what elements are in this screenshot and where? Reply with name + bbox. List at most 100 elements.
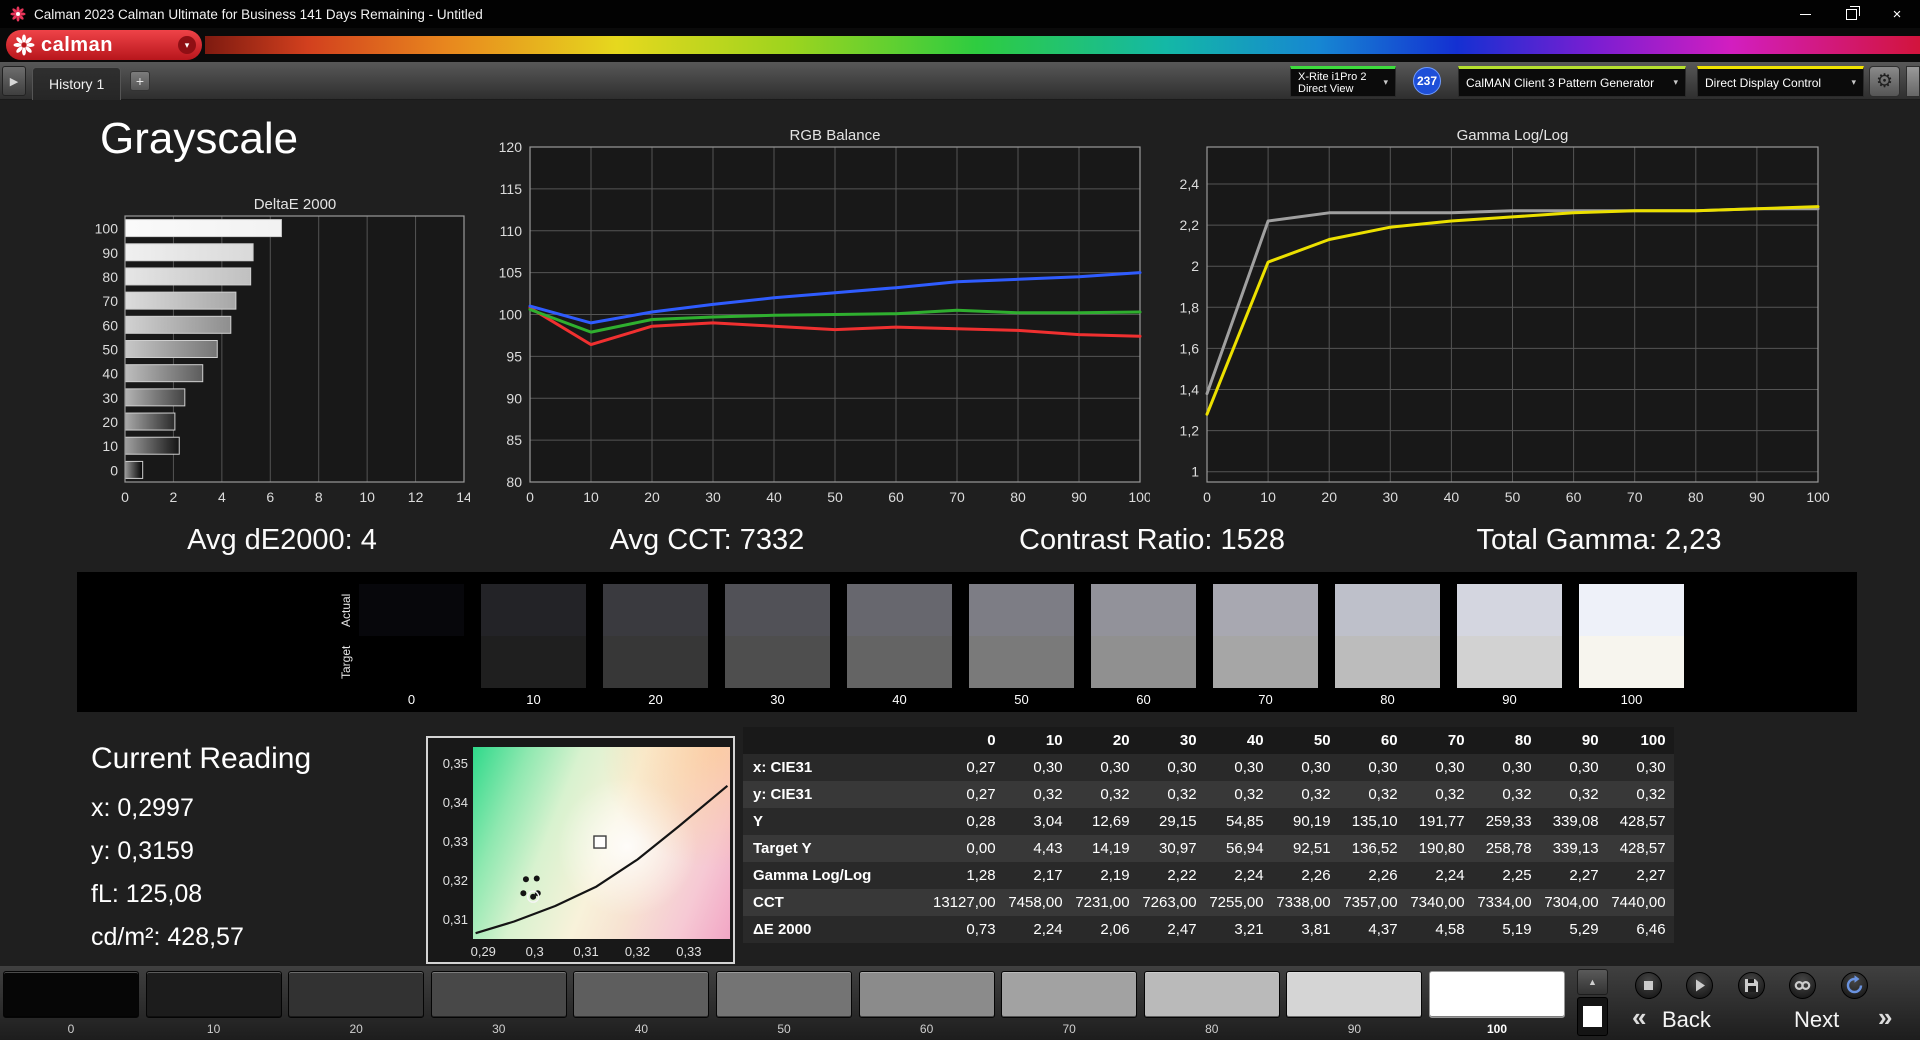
- patch-button[interactable]: [1429, 971, 1565, 1018]
- svg-text:85: 85: [506, 432, 522, 448]
- svg-text:0: 0: [1203, 489, 1211, 505]
- table-cell: 5,29: [1569, 921, 1599, 938]
- swatch-target: [481, 636, 586, 688]
- table-cell: 5,19: [1502, 921, 1532, 938]
- svg-text:95: 95: [506, 348, 522, 364]
- tab-history-1[interactable]: History 1: [32, 67, 122, 100]
- table-cell: 0,32: [1301, 786, 1331, 803]
- patch-label: 50: [777, 1022, 791, 1036]
- swatch-level-label: 90: [1502, 692, 1517, 707]
- table-cell: 0,32: [1234, 786, 1264, 803]
- table-corner: [743, 727, 933, 754]
- table-row: CCT 13127,00 7458,00 7231,00 7263,00 7255,00 7…: [743, 889, 1674, 916]
- cie-y-tick-label: 0,31: [442, 911, 468, 927]
- patch-button[interactable]: [1001, 971, 1138, 1018]
- table-cell: 0,32: [1033, 786, 1063, 803]
- svg-text:60: 60: [1566, 489, 1582, 505]
- play-button[interactable]: [1686, 972, 1713, 999]
- stop-button[interactable]: [1635, 972, 1662, 999]
- patch-button[interactable]: [430, 971, 567, 1018]
- patch-button[interactable]: [1143, 971, 1280, 1018]
- table-cell: 7304,00: [1544, 894, 1599, 911]
- swatch-actual: [847, 584, 952, 636]
- nav-expand-button[interactable]: ▶: [2, 66, 26, 96]
- toolbar-edge-button[interactable]: [1906, 66, 1920, 97]
- settings-gear-button[interactable]: ⚙: [1869, 66, 1900, 97]
- collapse-panel-button[interactable]: ▲: [1577, 969, 1608, 995]
- svg-text:70: 70: [1627, 489, 1643, 505]
- add-tab-button[interactable]: +: [130, 71, 150, 91]
- table-cell: 92,51: [1293, 840, 1331, 857]
- titlebar: Calman 2023 Calman Ultimate for Business…: [0, 0, 1920, 28]
- cie-x-tick-label: 0,3: [525, 944, 544, 959]
- table-cell: 0,32: [1502, 786, 1532, 803]
- cie-diagram: [473, 747, 730, 939]
- refresh-button[interactable]: [1841, 972, 1868, 999]
- table-row: Gamma Log/Log 1,28 2,17 2,19 2,22 2,24 2,26 2,2…: [743, 862, 1674, 889]
- table-cell: 190,80: [1418, 840, 1465, 857]
- table-cell: 0,32: [1167, 786, 1197, 803]
- svg-text:115: 115: [500, 181, 523, 197]
- back-chevrons-icon[interactable]: «: [1632, 1002, 1646, 1033]
- patch-button[interactable]: [858, 971, 995, 1018]
- next-chevrons-icon[interactable]: »: [1878, 1002, 1892, 1033]
- grayscale-swatch: [603, 584, 708, 688]
- svg-text:8: 8: [315, 489, 323, 505]
- patch-label: 100: [1486, 1022, 1508, 1036]
- patch-button[interactable]: [716, 971, 852, 1018]
- next-button[interactable]: Next: [1794, 1007, 1839, 1033]
- swatch-actual: [1091, 584, 1196, 636]
- swatch-target: [1457, 636, 1562, 688]
- patch-button[interactable]: [145, 971, 282, 1018]
- patch-label: 0: [67, 1022, 75, 1036]
- link-button[interactable]: [1789, 972, 1816, 999]
- svg-text:50: 50: [1505, 489, 1521, 505]
- app-icon: [10, 6, 26, 22]
- swatch-actual: [725, 584, 830, 636]
- patch-button[interactable]: [573, 971, 710, 1018]
- svg-text:10: 10: [1260, 489, 1276, 505]
- plus-icon: +: [135, 73, 145, 89]
- table-cell: 2,24: [1234, 867, 1264, 884]
- patch-button[interactable]: [1286, 971, 1423, 1018]
- grayscale-swatch: [725, 584, 830, 688]
- svg-text:1,2: 1,2: [1180, 423, 1200, 439]
- restore-button[interactable]: [1828, 0, 1874, 28]
- display-control-selector[interactable]: Direct Display Control ▾: [1697, 66, 1864, 97]
- svg-text:40: 40: [102, 366, 118, 382]
- cie-x-tick-label: 0,32: [624, 944, 651, 959]
- table-cell: 428,57: [1619, 840, 1666, 857]
- minimize-button[interactable]: [1782, 0, 1828, 28]
- avg-cct-stat: Avg CCT: 7332: [609, 524, 805, 556]
- svg-text:30: 30: [102, 390, 118, 406]
- meter-count-badge[interactable]: 237: [1413, 67, 1441, 95]
- table-cell: 2,06: [1100, 921, 1130, 938]
- back-button[interactable]: Back: [1662, 1007, 1711, 1033]
- current-reading-x: x: 0,2997: [91, 794, 194, 822]
- table-col-header: 20: [1070, 727, 1138, 754]
- row-label: y: CIE31: [753, 786, 813, 803]
- calman-logo-button[interactable]: calman ▾: [6, 30, 202, 60]
- table-cell: 54,85: [1226, 813, 1264, 830]
- table-cell: 0,30: [1368, 759, 1398, 776]
- close-button[interactable]: ×: [1874, 0, 1920, 28]
- table-cell: 191,77: [1418, 813, 1465, 830]
- patch-button[interactable]: [288, 971, 425, 1018]
- svg-text:2,4: 2,4: [1180, 176, 1200, 192]
- svg-text:2: 2: [170, 489, 178, 505]
- patch-button[interactable]: [3, 971, 139, 1018]
- cie-x-tick-label: 0,29: [470, 944, 496, 959]
- save-button[interactable]: [1738, 972, 1765, 999]
- grayscale-ramp-strip: Actual Target 0 10 20 30 40 50 60 70 80 90 100: [77, 572, 1857, 712]
- patch-label: 20: [349, 1022, 363, 1036]
- pattern-generator-selector[interactable]: CalMAN Client 3 Pattern Generator ▾: [1458, 66, 1686, 97]
- table-cell: 2,24: [1033, 921, 1063, 938]
- cie-y-tick-label: 0,34: [442, 795, 468, 811]
- main-content: Grayscale DeltaE 2000 0 2 4 6 8 10 12 14 100 90 80…: [0, 100, 1920, 966]
- current-reading-title: Current Reading: [91, 742, 312, 775]
- svg-text:1,8: 1,8: [1180, 299, 1200, 315]
- meter-selector[interactable]: X-Rite i1Pro 2 Direct View ▾: [1290, 66, 1396, 97]
- logo-menu-caret[interactable]: ▾: [178, 36, 196, 54]
- svg-text:10: 10: [583, 489, 599, 505]
- swatch-level-label: 60: [1136, 692, 1151, 707]
